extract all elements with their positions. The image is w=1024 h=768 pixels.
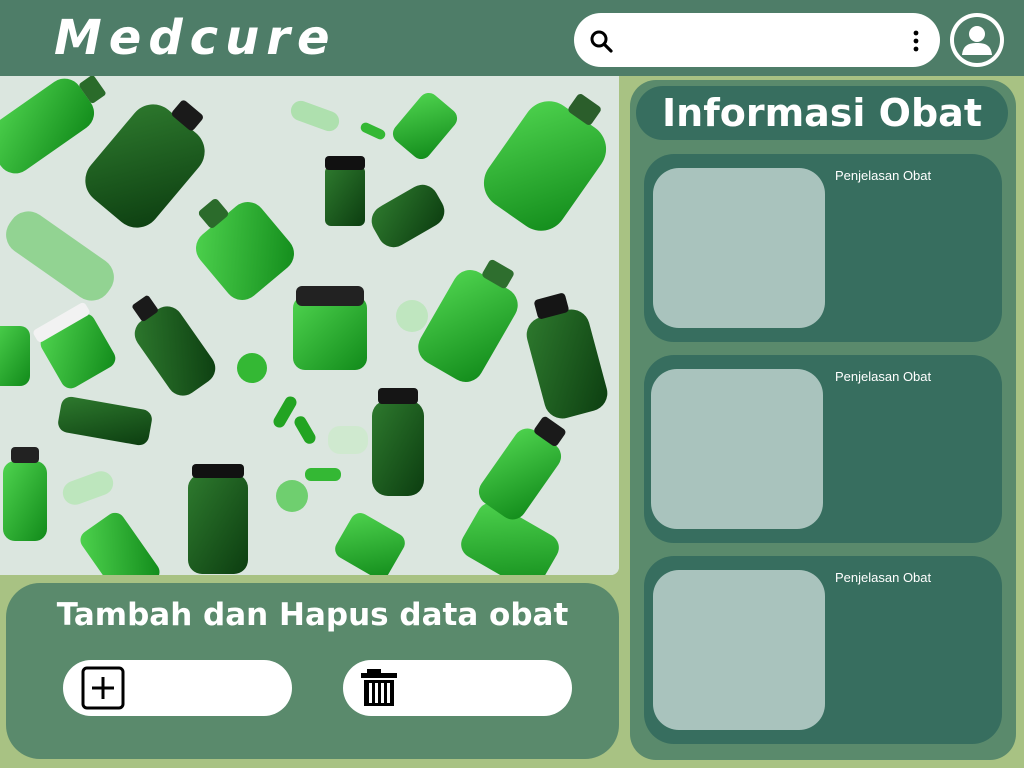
add-button[interactable] [63,660,292,716]
medicine-card[interactable]: Penjelasan Obat [644,355,1002,543]
delete-button[interactable] [343,660,572,716]
medicine-image-placeholder [653,570,825,730]
medicine-description: Penjelasan Obat [835,570,932,585]
medicine-description: Penjelasan Obat [835,168,932,183]
search-icon[interactable] [588,28,614,54]
info-panel: Informasi Obat Penjelasan Obat Penjelasa… [630,80,1016,760]
search-input[interactable] [626,23,896,57]
avatar[interactable] [950,13,1004,67]
user-icon [954,17,1000,63]
app-header: Medcure [0,0,1024,76]
brand-logo[interactable]: Medcure [54,8,337,68]
medicine-bottles-illustration [0,76,619,575]
plus-square-icon [81,666,125,710]
medicine-card[interactable]: Penjelasan Obat [644,154,1002,342]
trash-icon [361,669,397,706]
info-title-pill: Informasi Obat [636,86,1008,140]
medicine-description: Penjelasan Obat [835,369,932,384]
vertical-dots-icon[interactable] [912,30,920,52]
manage-title: Tambah dan Hapus data obat [56,597,569,633]
hero-image [0,76,619,575]
info-title: Informasi Obat [662,91,982,135]
medicine-image-placeholder [651,369,823,529]
search-bar[interactable] [574,13,940,67]
medicine-card[interactable]: Penjelasan Obat [644,556,1002,744]
manage-data-panel: Tambah dan Hapus data obat [6,583,619,759]
medicine-image-placeholder [653,168,825,328]
